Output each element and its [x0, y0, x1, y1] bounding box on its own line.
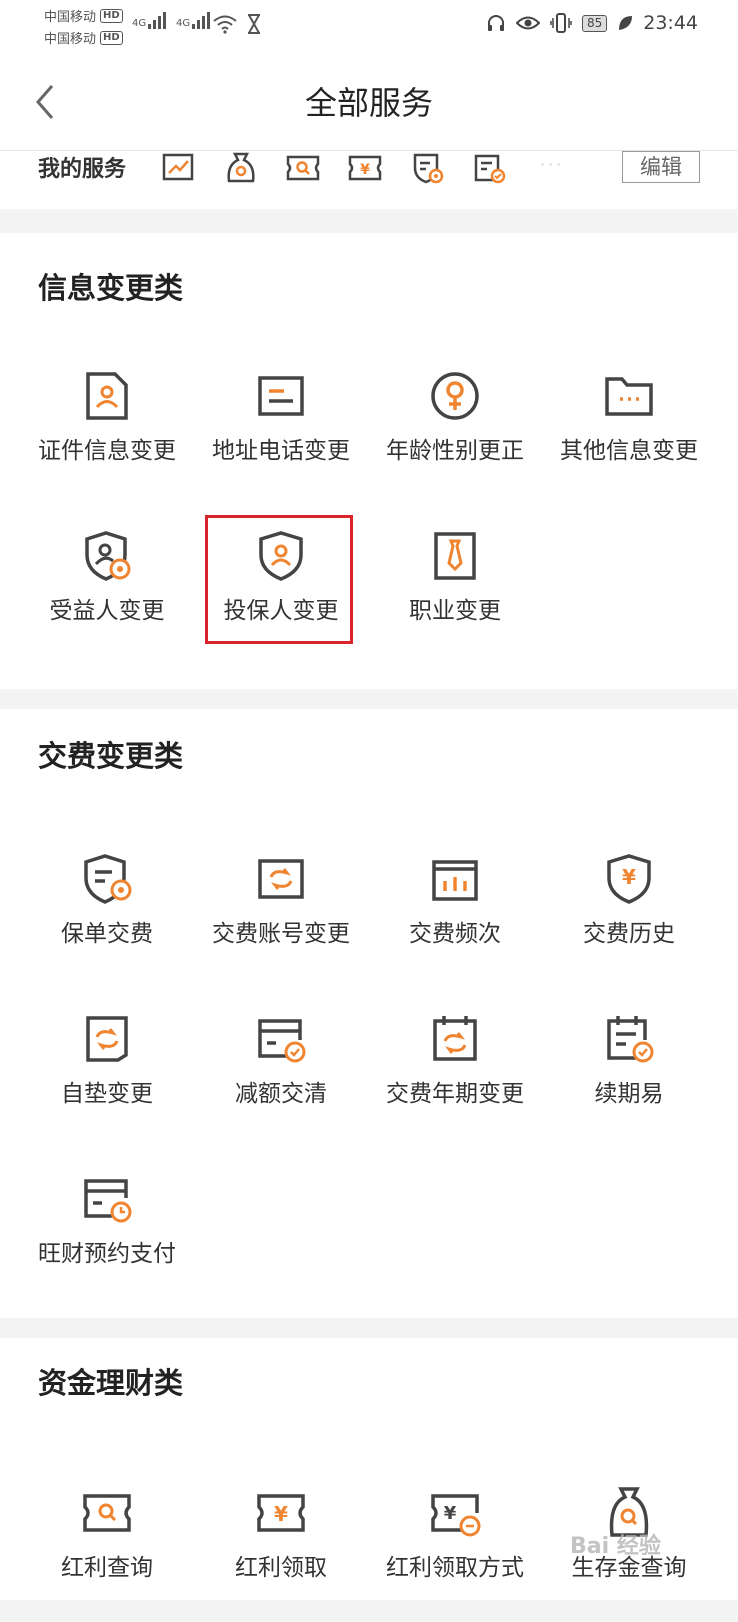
- headphone-icon: [487, 15, 504, 31]
- highlight-box: [205, 515, 353, 644]
- section-title: 信息变更类: [38, 271, 184, 305]
- svg-text:¥: ¥: [444, 1503, 457, 1524]
- service-account-change[interactable]: 交费账号变更: [194, 852, 368, 988]
- svg-text:¥: ¥: [360, 162, 370, 178]
- edit-button[interactable]: 编辑: [622, 151, 700, 183]
- id-card-icon: [86, 372, 128, 420]
- my-services-label: 我的服务: [38, 157, 127, 182]
- service-advance-change[interactable]: 自垫变更: [20, 1012, 194, 1148]
- wifi-icon: [213, 15, 237, 34]
- service-address-phone[interactable]: 地址电话变更: [194, 369, 368, 505]
- more-dots[interactable]: ···: [540, 155, 564, 174]
- service-dividend-method[interactable]: ¥ 红利领取方式: [368, 1486, 542, 1622]
- service-id-change[interactable]: 证件信息变更: [20, 369, 194, 505]
- clock: 23:44: [643, 12, 698, 34]
- calendar-check-icon[interactable]: [470, 151, 508, 185]
- service-other-info[interactable]: 其他信息变更: [542, 369, 716, 505]
- carrier-2: 中国移动 HD: [44, 28, 123, 47]
- shield-plus-icon[interactable]: [408, 151, 446, 185]
- frequency-icon: [432, 860, 478, 901]
- svg-text:¥: ¥: [274, 1502, 288, 1526]
- section-title: 资金理财类: [38, 1366, 184, 1400]
- service-occupation[interactable]: 职业变更: [368, 529, 542, 665]
- section-finance: 资金理财类 红利查询 ¥ 红利领取 ¥ 红利领取方式 生存金查询: [0, 1338, 738, 1600]
- money-bag-icon[interactable]: [222, 151, 260, 185]
- status-right: 85 23:44: [486, 12, 698, 34]
- gender-icon: [431, 372, 479, 420]
- account-change-icon: [258, 859, 304, 899]
- section-payment-change: 交费变更类 保单交费 交费账号变更 交费频次 ¥ 交费历史 自垫变更 减额交清 …: [0, 709, 738, 1318]
- beneficiary-icon: [85, 531, 131, 581]
- address-phone-icon: [258, 376, 304, 416]
- ticket-yuan-icon[interactable]: ¥: [346, 151, 384, 185]
- service-renewal[interactable]: 续期易: [542, 1012, 716, 1148]
- folder-icon: [605, 377, 653, 416]
- hourglass-icon: [248, 14, 260, 34]
- occupation-icon: [434, 532, 476, 580]
- carrier-1: 中国移动 HD: [44, 6, 123, 25]
- service-frequency[interactable]: 交费频次: [368, 852, 542, 988]
- ticket-search-icon[interactable]: [284, 151, 322, 185]
- service-reduced-paidup[interactable]: 减额交清: [194, 1012, 368, 1148]
- service-policy-payment[interactable]: 保单交费: [20, 852, 194, 988]
- watermark: Bai 经验: [570, 1534, 661, 1559]
- service-age-gender[interactable]: 年龄性别更正: [368, 369, 542, 505]
- service-dividend-query[interactable]: 红利查询: [20, 1486, 194, 1622]
- policy-payment-icon: [84, 854, 132, 904]
- battery-indicator: 85: [581, 14, 608, 32]
- status-bar: 中国移动 HD 中国移动 HD 4G 4G 85 23:44: [0, 0, 738, 54]
- service-dividend-claim[interactable]: ¥ 红利领取: [194, 1486, 368, 1622]
- service-term-change[interactable]: 交费年期变更: [368, 1012, 542, 1148]
- signal-icon: 4G: [132, 12, 167, 29]
- chart-trend-icon[interactable]: [160, 151, 198, 185]
- signal-icon-2: 4G: [176, 12, 211, 29]
- reduced-paidup-icon: [258, 1019, 306, 1063]
- my-services-bar: 我的服务 ¥ ··· 编辑: [0, 151, 738, 209]
- page-title: 全部服务: [304, 84, 433, 122]
- service-payment-history[interactable]: ¥ 交费历史: [542, 852, 716, 988]
- service-schedule-payment[interactable]: 旺财预约支付: [20, 1172, 194, 1308]
- advance-change-icon: [86, 1016, 128, 1062]
- leaf-icon: [619, 16, 633, 30]
- term-change-icon: [433, 1016, 477, 1061]
- service-beneficiary[interactable]: 受益人变更: [20, 529, 194, 665]
- svg-text:¥: ¥: [622, 865, 636, 889]
- header: 全部服务: [0, 54, 738, 151]
- dividend-claim-icon: ¥: [257, 1494, 305, 1532]
- vibrate-icon: [550, 13, 572, 33]
- schedule-payment-icon: [84, 1179, 132, 1223]
- section-info-change: 信息变更类 证件信息变更 地址电话变更 年龄性别更正 其他信息变更 受益人变更 …: [0, 233, 738, 689]
- renewal-icon: [607, 1016, 654, 1063]
- dividend-method-icon: ¥: [431, 1494, 481, 1537]
- payment-history-icon: ¥: [607, 854, 651, 904]
- my-services-icons: ¥: [160, 151, 508, 185]
- dividend-query-icon: [83, 1494, 131, 1532]
- eye-icon: [515, 16, 540, 30]
- section-title: 交费变更类: [38, 739, 184, 773]
